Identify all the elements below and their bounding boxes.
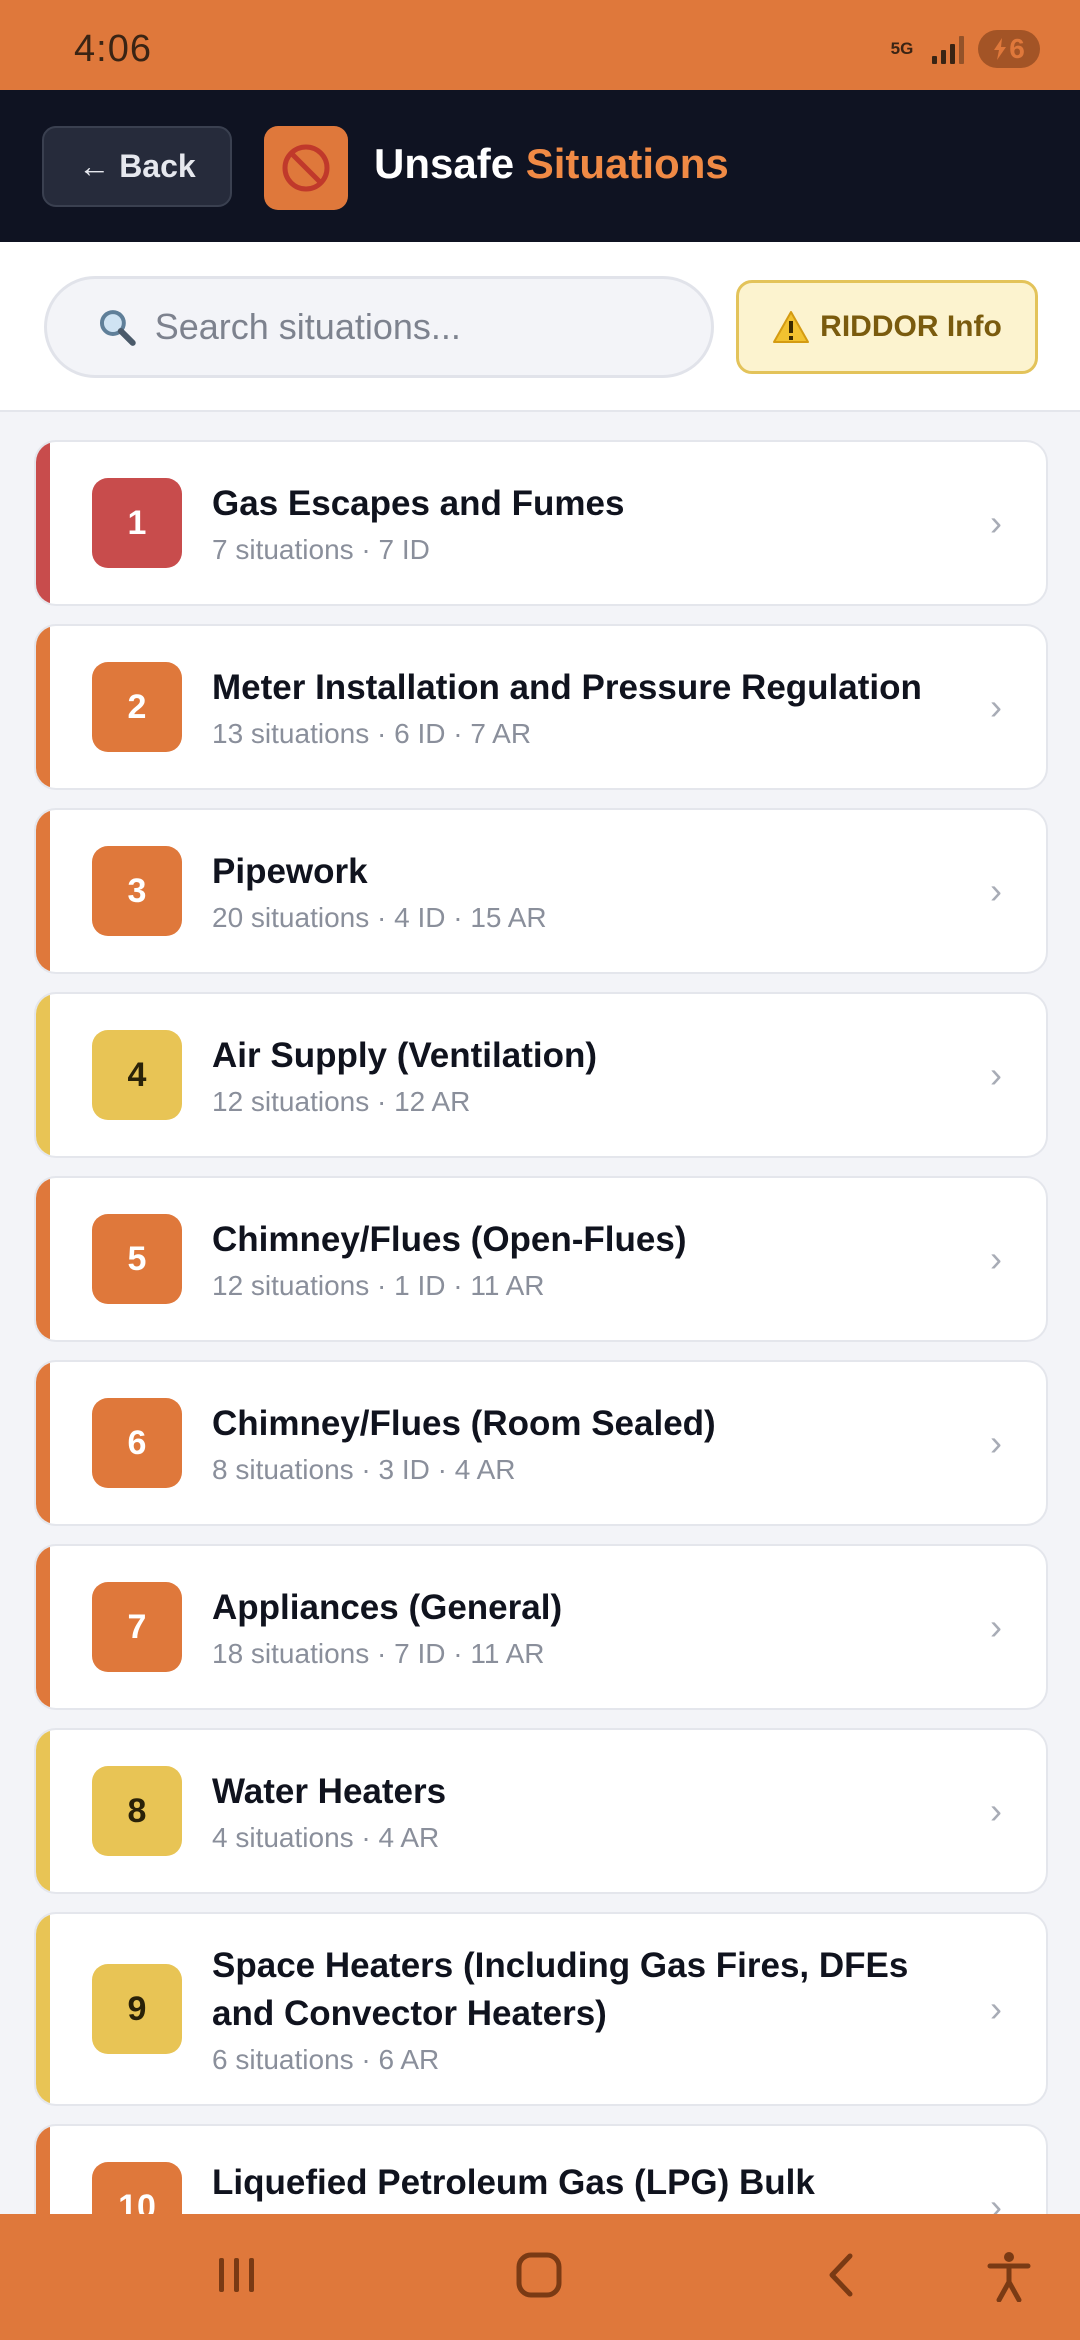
category-title: Chimney/Flues (Room Sealed) — [212, 1404, 716, 1443]
category-card[interactable]: 4 Air Supply (Ventilation) 12 situations ·… — [34, 992, 1048, 1158]
riddor-info-label: RIDDOR Info — [820, 310, 1002, 343]
search-box[interactable] — [44, 276, 714, 378]
category-body: Gas Escapes and Fumes 7 situations · 7 ID — [212, 480, 952, 566]
category-card[interactable]: 6 Chimney/Flues (Room Sealed) 8 situations… — [34, 1360, 1048, 1526]
severity-stripe — [36, 442, 50, 604]
status-icons: 5G 6 — [886, 30, 1040, 68]
category-meta: 20 situations · 4 ID · 15 AR — [212, 902, 547, 933]
category-title: Pipework — [212, 852, 368, 891]
category-number-badge: 6 — [92, 1398, 182, 1488]
battery-icon: 6 — [978, 30, 1040, 68]
severity-stripe — [36, 994, 50, 1156]
category-body: Space Heaters (Including Gas Fires, DFEs… — [212, 1942, 952, 2076]
category-number-badge: 2 — [92, 662, 182, 752]
page-title: Unsafe Situations — [374, 140, 729, 188]
category-title: Chimney/Flues (Open-Flues) — [212, 1220, 687, 1259]
app-header: ← Back Unsafe Situations — [0, 90, 1080, 242]
search-input[interactable] — [154, 306, 711, 348]
category-body: Air Supply (Ventilation) 12 situations · … — [212, 1032, 952, 1118]
category-meta: 12 situations · 1 ID · 11 AR — [212, 1270, 545, 1301]
chevron-right-icon: › — [990, 686, 1002, 727]
chevron-right-icon: › — [990, 1422, 1002, 1463]
severity-stripe — [36, 810, 50, 972]
home-icon[interactable] — [513, 2250, 567, 2300]
warning-icon — [773, 311, 810, 343]
search-bar-container: RIDDOR Info — [0, 242, 1080, 412]
category-number-badge: 5 — [92, 1214, 182, 1304]
severity-stripe — [36, 1362, 50, 1524]
recents-icon[interactable] — [212, 2250, 262, 2300]
category-meta: 4 situations · 4 AR — [212, 1822, 440, 1853]
category-list: 1 Gas Escapes and Fumes 7 situations · 7 I… — [34, 440, 1048, 2308]
severity-stripe — [36, 1546, 50, 1708]
category-body: Water Heaters 4 situations · 4 AR — [212, 1768, 952, 1854]
category-number-badge: 1 — [92, 478, 182, 568]
accessibility-icon[interactable] — [986, 2250, 1032, 2302]
category-card[interactable]: 8 Water Heaters 4 situations · 4 AR › — [34, 1728, 1048, 1894]
page-title-accent: Situations — [525, 140, 729, 187]
category-meta: 8 situations · 3 ID · 4 AR — [212, 1454, 516, 1485]
category-title: Space Heaters (Including Gas Fires, DFEs… — [212, 1946, 909, 2033]
category-meta: 12 situations · 12 AR — [212, 1086, 471, 1117]
category-card[interactable]: 9 Space Heaters (Including Gas Fires, DFE… — [34, 1912, 1048, 2106]
chevron-right-icon: › — [990, 1790, 1002, 1831]
category-body: Meter Installation and Pressure Regulati… — [212, 664, 952, 750]
status-time: 4:06 — [74, 28, 152, 70]
category-title: Meter Installation and Pressure Regulati… — [212, 668, 922, 707]
category-title: Air Supply (Ventilation) — [212, 1036, 598, 1075]
category-card[interactable]: 1 Gas Escapes and Fumes 7 situations · 7 I… — [34, 440, 1048, 606]
prohibited-icon — [264, 126, 348, 210]
status-bar: 4:06 5G 6 — [0, 0, 1080, 90]
category-number-badge: 4 — [92, 1030, 182, 1120]
category-number-badge: 9 — [92, 1964, 182, 2054]
page-title-main: Unsafe — [374, 140, 526, 187]
chevron-right-icon: › — [990, 1054, 1002, 1095]
category-title: Appliances (General) — [212, 1588, 563, 1627]
chevron-right-icon: › — [990, 1238, 1002, 1279]
network-5g-icon: 5G — [890, 39, 914, 58]
category-title: Gas Escapes and Fumes — [212, 484, 625, 523]
category-card[interactable]: 5 Chimney/Flues (Open-Flues) 12 situations… — [34, 1176, 1048, 1342]
chevron-right-icon: › — [990, 502, 1002, 543]
category-number-badge: 3 — [92, 846, 182, 936]
back-icon[interactable] — [820, 2250, 864, 2300]
category-card[interactable]: 3 Pipework 20 situations · 4 ID · 15 AR › — [34, 808, 1048, 974]
category-number-badge: 8 — [92, 1766, 182, 1856]
signal-icon — [932, 34, 964, 64]
category-meta: 7 situations · 7 ID — [212, 534, 430, 565]
category-meta: 18 situations · 7 ID · 11 AR — [212, 1638, 545, 1669]
category-body: Chimney/Flues (Room Sealed) 8 situations … — [212, 1400, 952, 1486]
severity-stripe — [36, 1730, 50, 1892]
chevron-right-icon: › — [990, 870, 1002, 911]
back-button[interactable]: ← Back — [42, 126, 232, 207]
severity-stripe — [36, 1178, 50, 1340]
category-number-badge: 7 — [92, 1582, 182, 1672]
category-body: Chimney/Flues (Open-Flues) 12 situations … — [212, 1216, 952, 1302]
category-body: Pipework 20 situations · 4 ID · 15 AR — [212, 848, 952, 934]
back-button-label: ← Back — [78, 148, 196, 184]
severity-stripe — [36, 1914, 50, 2104]
category-title: Water Heaters — [212, 1772, 447, 1811]
battery-level: 6 — [1009, 33, 1025, 64]
category-card[interactable]: 7 Appliances (General) 18 situations · 7 I… — [34, 1544, 1048, 1710]
category-meta: 6 situations · 6 AR — [212, 2044, 440, 2075]
chevron-right-icon: › — [990, 1606, 1002, 1647]
category-meta: 13 situations · 6 ID · 7 AR — [212, 718, 532, 749]
category-card[interactable]: 2 Meter Installation and Pressure Regulat… — [34, 624, 1048, 790]
riddor-info-button[interactable]: RIDDOR Info — [736, 280, 1038, 374]
search-icon — [99, 310, 136, 346]
category-body: Appliances (General) 18 situations · 7 ID… — [212, 1584, 952, 1670]
system-nav-bar — [0, 2214, 1080, 2340]
severity-stripe — [36, 626, 50, 788]
chevron-right-icon: › — [990, 1988, 1002, 2029]
